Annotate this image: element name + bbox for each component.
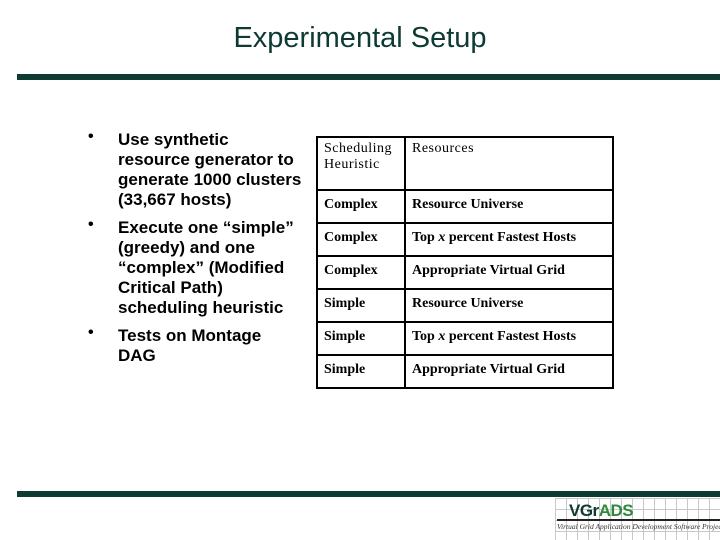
logo-wordmark: VGrADS bbox=[569, 501, 634, 520]
variable-x: x bbox=[438, 329, 446, 344]
table-row: Simple Top x percent Fastest Hosts bbox=[316, 321, 614, 356]
slide-title: Experimental Setup bbox=[233, 22, 487, 54]
table-row: Simple Resource Universe bbox=[316, 288, 614, 323]
table-row: Complex Resource Universe bbox=[316, 189, 614, 224]
logo-subtitle: Virtual Grid Application Development Sof… bbox=[557, 522, 720, 531]
cell-heuristic: Simple bbox=[316, 288, 406, 323]
cell-resources: Top x percent Fastest Hosts bbox=[404, 222, 614, 257]
cell-resources: Resource Universe bbox=[404, 189, 614, 224]
vgrads-logo: VGrADS Virtual Grid Application Developm… bbox=[555, 498, 720, 540]
bullet-item: • Use synthetic resource generator to ge… bbox=[88, 128, 303, 210]
bullet-icon: • bbox=[88, 216, 94, 233]
cell-heuristic: Simple bbox=[316, 321, 406, 356]
cell-heuristic: Complex bbox=[316, 255, 406, 290]
bullet-item: • Execute one “simple” (greedy) and one … bbox=[88, 216, 303, 318]
variable-x: x bbox=[438, 230, 446, 245]
bullet-list: • Use synthetic resource generator to ge… bbox=[88, 128, 303, 374]
bullet-item: • Tests on Montage DAG bbox=[88, 324, 303, 366]
cell-resources: Top x percent Fastest Hosts bbox=[404, 321, 614, 356]
footer-divider bbox=[17, 491, 720, 497]
cell-resources: Appropriate Virtual Grid bbox=[404, 354, 614, 389]
bullet-text: Execute one “simple” (greedy) and one “c… bbox=[118, 218, 294, 317]
bullet-text: Tests on Montage DAG bbox=[118, 326, 262, 365]
cell-heuristic: Simple bbox=[316, 354, 406, 389]
logo-underline bbox=[557, 519, 720, 521]
experiment-table: Scheduling Heuristic Resources Complex R… bbox=[316, 136, 614, 389]
bullet-icon: • bbox=[88, 128, 94, 145]
table-row: Complex Appropriate Virtual Grid bbox=[316, 255, 614, 290]
bullet-icon: • bbox=[88, 324, 94, 341]
table-row: Complex Top x percent Fastest Hosts bbox=[316, 222, 614, 257]
header-heuristic: Scheduling Heuristic bbox=[316, 136, 406, 191]
header-resources: Resources bbox=[404, 136, 614, 191]
cell-resources: Resource Universe bbox=[404, 288, 614, 323]
title-divider bbox=[17, 74, 720, 80]
cell-resources: Appropriate Virtual Grid bbox=[404, 255, 614, 290]
cell-heuristic: Complex bbox=[316, 222, 406, 257]
table-header-row: Scheduling Heuristic Resources bbox=[316, 136, 614, 191]
table-row: Simple Appropriate Virtual Grid bbox=[316, 354, 614, 389]
bullet-text: Use synthetic resource generator to gene… bbox=[118, 130, 302, 209]
cell-heuristic: Complex bbox=[316, 189, 406, 224]
